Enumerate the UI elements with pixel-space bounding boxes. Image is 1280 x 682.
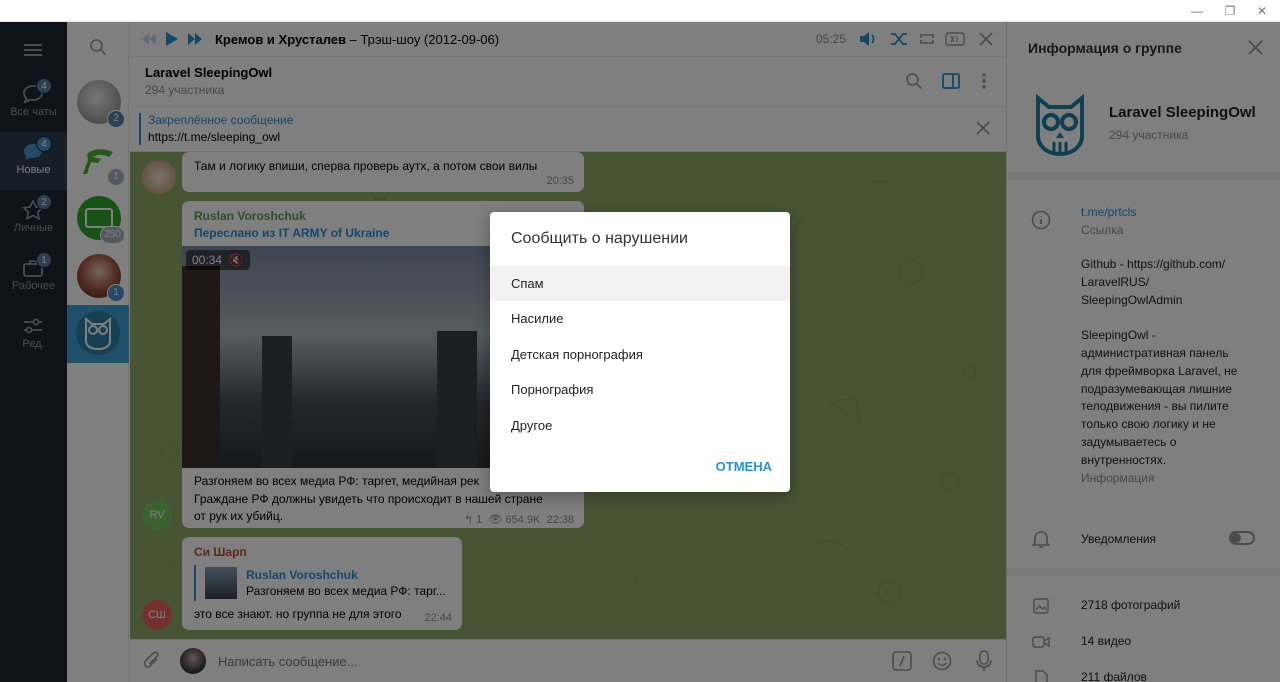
window-titlebar: — ❐ ✕ [0,0,1280,22]
report-dialog: Сообщить о нарушении Спам Насилие Детска… [490,212,790,492]
modal-overlay-left[interactable] [0,22,130,682]
close-window-button[interactable]: ✕ [1250,2,1274,20]
report-option-violence[interactable]: Насилие [490,301,790,336]
report-option-child-abuse[interactable]: Детская порнография [490,337,790,372]
report-option-pornography[interactable]: Порнография [490,372,790,407]
report-option-spam[interactable]: Спам [490,266,790,301]
dialog-title: Сообщить о нарушении [511,230,688,247]
minimize-button[interactable]: — [1185,2,1209,20]
report-option-other[interactable]: Другое [490,408,790,443]
restore-button[interactable]: ❐ [1218,2,1242,20]
cancel-button[interactable]: ОТМЕНА [716,459,772,474]
